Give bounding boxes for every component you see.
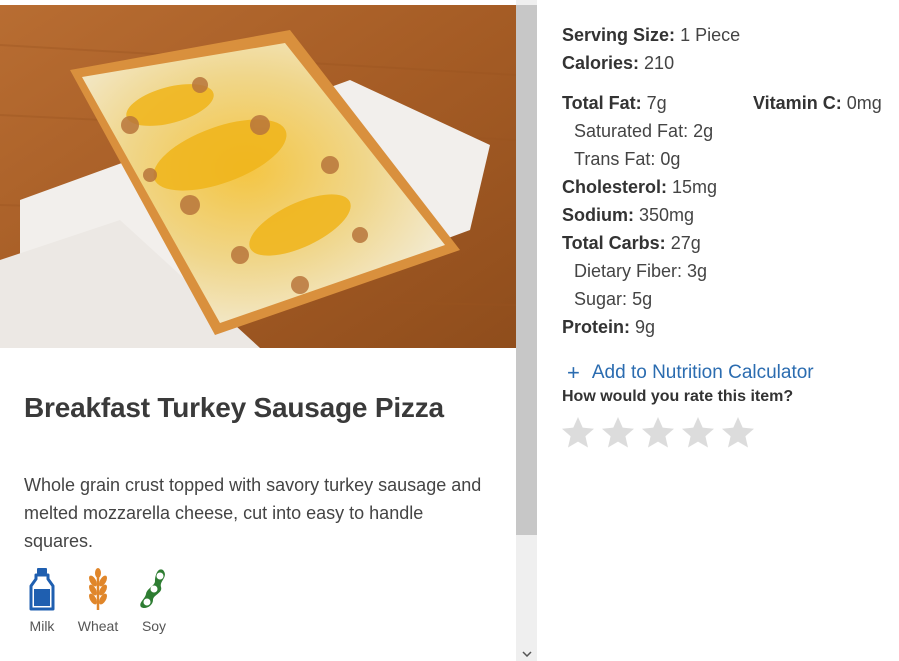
- total-fat-row: Total Fat: 7g: [562, 89, 667, 117]
- protein-value: 9g: [635, 317, 656, 337]
- total-carbs-value: 27g: [670, 233, 701, 253]
- star-icon[interactable]: [601, 416, 635, 450]
- star-icon[interactable]: [561, 416, 595, 450]
- pizza-photo: [0, 5, 516, 348]
- calories-label: Calories:: [562, 53, 640, 73]
- vitamin-c-row: Vitamin C: 0mg: [753, 89, 882, 117]
- cholesterol-value: 15mg: [672, 177, 718, 197]
- item-description: Whole grain crust topped with savory tur…: [24, 475, 482, 551]
- sodium-row: Sodium: 350mg: [562, 201, 694, 229]
- star-icon[interactable]: [681, 416, 715, 450]
- trans-fat-row: Trans Fat: 0g: [574, 145, 680, 173]
- wheat-icon: [82, 566, 114, 612]
- dietary-fiber-value: 3g: [687, 261, 708, 281]
- cholesterol-label: Cholesterol:: [562, 177, 668, 197]
- sodium-value: 350mg: [639, 205, 695, 225]
- allergen-wheat: Wheat: [70, 566, 126, 634]
- saturated-fat-label: Saturated Fat:: [574, 121, 689, 141]
- chevron-down-icon[interactable]: [516, 647, 537, 661]
- total-fat-label: Total Fat:: [562, 93, 642, 113]
- calories-value: 210: [644, 53, 675, 73]
- serving-size-label: Serving Size:: [562, 25, 676, 45]
- item-title: Breakfast Turkey Sausage Pizza: [24, 392, 444, 423]
- allergen-label: Wheat: [77, 618, 119, 634]
- star-rating[interactable]: [561, 416, 755, 450]
- nutrition-panel: Serving Size: 1 Piece Calories: 210 Tota…: [537, 0, 899, 661]
- serving-size-row: Serving Size: 1 Piece: [562, 21, 740, 49]
- trans-fat-label: Trans Fat:: [574, 149, 656, 169]
- scrollbar-thumb[interactable]: [516, 5, 537, 535]
- scrollbar[interactable]: [516, 0, 537, 661]
- allergen-label: Milk: [29, 618, 55, 634]
- milk-bottle-icon: [26, 566, 58, 612]
- star-icon[interactable]: [721, 416, 755, 450]
- item-detail-panel: Breakfast Turkey Sausage Pizza Whole gra…: [0, 0, 516, 661]
- total-carbs-row: Total Carbs: 27g: [562, 229, 701, 257]
- saturated-fat-value: 2g: [693, 121, 714, 141]
- protein-row: Protein: 9g: [562, 313, 655, 341]
- plus-icon: +: [567, 360, 580, 385]
- sugar-value: 5g: [632, 289, 653, 309]
- sugar-label: Sugar:: [574, 289, 628, 309]
- rating-question: How would you rate this item?: [562, 388, 794, 405]
- sugar-row: Sugar: 5g: [574, 285, 652, 313]
- vitamin-c-value: 0mg: [846, 93, 882, 113]
- calories-row: Calories: 210: [562, 49, 674, 77]
- saturated-fat-row: Saturated Fat: 2g: [574, 117, 713, 145]
- allergen-milk: Milk: [14, 566, 70, 634]
- trans-fat-value: 0g: [660, 149, 681, 169]
- allergen-soy: Soy: [126, 566, 182, 634]
- add-calculator-label: Add to Nutrition Calculator: [591, 362, 814, 383]
- dietary-fiber-label: Dietary Fiber:: [574, 261, 683, 281]
- allergen-list: Milk Wheat Soy: [14, 566, 182, 634]
- total-carbs-label: Total Carbs:: [562, 233, 666, 253]
- serving-size-value: 1 Piece: [680, 25, 741, 45]
- sodium-label: Sodium:: [562, 205, 634, 225]
- add-to-nutrition-calculator-link[interactable]: + Add to Nutrition Calculator: [567, 362, 814, 384]
- allergen-label: Soy: [141, 618, 167, 634]
- total-fat-value: 7g: [646, 93, 667, 113]
- vitamin-c-label: Vitamin C:: [753, 93, 842, 113]
- cholesterol-row: Cholesterol: 15mg: [562, 173, 717, 201]
- soybean-icon: [138, 566, 170, 612]
- protein-label: Protein:: [562, 317, 631, 337]
- dietary-fiber-row: Dietary Fiber: 3g: [574, 257, 707, 285]
- star-icon[interactable]: [641, 416, 675, 450]
